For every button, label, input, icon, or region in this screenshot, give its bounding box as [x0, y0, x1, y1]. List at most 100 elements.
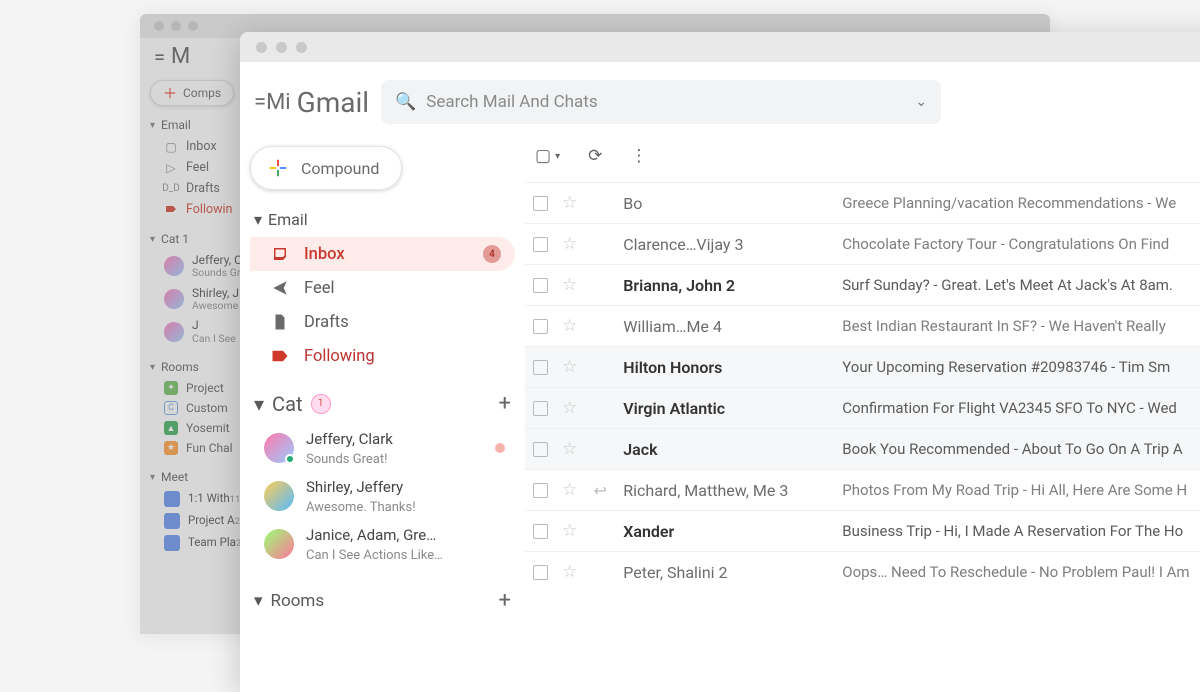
star-icon[interactable]: ☆ [562, 193, 577, 213]
add-chat-button[interactable]: + [499, 391, 511, 416]
message-row[interactable]: ☆Brianna, John 2Surf Sunday? - Great. Le… [525, 264, 1200, 305]
chat-item[interactable]: Janice, Adam, Gre… Can I See Actions Like… [250, 520, 515, 568]
row-checkbox[interactable] [533, 237, 548, 252]
message-subject: Surf Sunday? - Great. Let's Meet At Jack… [842, 276, 1200, 294]
rooms-section-header[interactable]: ▾ Rooms + [254, 588, 511, 613]
unread-dot [495, 443, 505, 453]
message-subject: Business Trip - Hi, I Made A Reservation… [842, 522, 1200, 540]
star-icon[interactable]: ☆ [562, 398, 577, 418]
search-icon: 🔍 [395, 92, 416, 112]
message-sender: Clarence…Vijay 3 [623, 235, 828, 254]
traffic-light-dot[interactable] [256, 42, 267, 53]
message-list: ▢▾ ⟳ ⋮ ☆BoGreece Planning/vacation Recom… [525, 142, 1200, 692]
room-icon: ✦ [164, 381, 178, 395]
message-sender: Jack [623, 440, 828, 459]
message-row[interactable]: ☆ Clarence…Vijay 3 Chocolate Factory Tour … [525, 223, 1200, 264]
logo-text: Gmail [297, 86, 369, 119]
gmail-logo: =Mi Gmail [254, 86, 369, 119]
star-icon[interactable]: ☆ [562, 275, 577, 295]
tag-icon [164, 203, 178, 217]
message-subject: Book You Recommended - About To Go On A … [842, 440, 1200, 458]
row-checkbox[interactable] [533, 278, 548, 293]
nav-label: Inbox [304, 245, 345, 264]
message-row[interactable]: ☆Hilton HonorsYour Upcoming Reservation … [525, 346, 1200, 387]
sent-icon: ▷ [164, 161, 178, 175]
search-input[interactable]: 🔍 Search Mail And Chats ⌄ [381, 80, 941, 124]
row-checkbox[interactable] [533, 196, 548, 211]
message-sender: Peter, Shalini 2 [623, 563, 828, 582]
message-row[interactable]: ☆ Peter, Shalini 2 Oops… Need To Reschedul… [525, 551, 1200, 592]
calendar-icon [164, 513, 180, 529]
compose-button[interactable]: Compound [250, 146, 402, 190]
message-subject: Photos From My Road Trip - Hi All, Here … [842, 481, 1200, 499]
row-checkbox[interactable] [533, 401, 548, 416]
message-row[interactable]: ☆↩Richard, Matthew, Me 3Photos From My R… [525, 469, 1200, 510]
traffic-light-dot [188, 21, 198, 31]
calendar-icon [164, 491, 180, 507]
chat-item[interactable]: Jeffery, ClarkSounds Great! [250, 424, 515, 472]
traffic-light-dot[interactable] [276, 42, 287, 53]
top-bar: =Mi Gmail 🔍 Search Mail And Chats ⌄ [240, 62, 1200, 142]
room-icon: ★ [164, 441, 178, 455]
message-row[interactable]: ☆XanderBusiness Trip - Hi, I Made A Rese… [525, 510, 1200, 551]
more-menu-button[interactable]: ⋮ [630, 146, 647, 166]
message-sender: Bo [623, 194, 828, 213]
row-checkbox[interactable] [533, 360, 548, 375]
message-subject: Confirmation For Flight VA2345 SFO To NY… [842, 399, 1200, 417]
chat-name: Jeffery, Clark [306, 430, 393, 448]
search-placeholder: Search Mail And Chats [426, 92, 597, 112]
inbox-icon: ▢ [164, 140, 178, 154]
star-icon[interactable]: ☆ [562, 521, 577, 541]
row-checkbox[interactable] [533, 319, 548, 334]
gmail-window: =Mi Gmail 🔍 Search Mail And Chats ⌄ Comp… [240, 32, 1200, 692]
nav-following[interactable]: Following [250, 339, 515, 373]
message-sender: William…Me 4 [623, 317, 828, 336]
tag-icon [270, 346, 290, 366]
nav-inbox[interactable]: Inbox 4 [250, 237, 515, 271]
star-icon[interactable]: ☆ [562, 234, 577, 254]
message-row[interactable]: ☆Virgin AtlanticConfirmation For Flight … [525, 387, 1200, 428]
row-checkbox[interactable] [533, 565, 548, 580]
message-row[interactable]: ☆William…Me 4Best Indian Restaurant In S… [525, 305, 1200, 346]
plus-icon [267, 157, 289, 179]
presence-indicator [285, 454, 295, 464]
chevron-down-icon: ▾ [254, 392, 264, 416]
avatar [164, 256, 184, 276]
star-icon[interactable]: ☆ [562, 316, 577, 336]
sidebar: Compound ▾ Email Inbox 4 Feel Drafts [240, 142, 525, 692]
nav-sent[interactable]: Feel [250, 271, 515, 305]
star-icon[interactable]: ☆ [562, 357, 577, 377]
row-checkbox[interactable] [533, 483, 548, 498]
refresh-button[interactable]: ⟳ [588, 146, 602, 166]
menu-icon[interactable]: =Mi [254, 90, 291, 115]
nav-label: Drafts [304, 313, 349, 332]
select-all-checkbox[interactable]: ▢▾ [535, 146, 560, 166]
row-checkbox[interactable] [533, 442, 548, 457]
traffic-light-dot[interactable] [296, 42, 307, 53]
message-row[interactable]: ☆ Jack Book You Recommended - About To Go … [525, 428, 1200, 469]
chevron-down-icon: ▾ [254, 591, 263, 611]
message-subject: Oops… Need To Reschedule - No Problem Pa… [842, 563, 1200, 581]
compose-label: Compound [301, 159, 379, 178]
chat-snippet: Awesome. Thanks! [306, 500, 416, 515]
back-compose-button: Comps [150, 80, 234, 106]
message-row[interactable]: ☆BoGreece Planning/vacation Recommendati… [525, 182, 1200, 223]
avatar [264, 481, 294, 511]
nav-label: Following [304, 347, 375, 366]
room-icon: C [164, 401, 178, 415]
email-section-header[interactable]: ▾ Email [254, 210, 515, 229]
avatar [264, 529, 294, 559]
unread-badge: 4 [483, 245, 501, 263]
message-subject: Chocolate Factory Tour - Congratulations… [842, 235, 1200, 253]
star-icon[interactable]: ☆ [562, 562, 577, 582]
chat-item[interactable]: Shirley, JefferyAwesome. Thanks! [250, 472, 515, 520]
chevron-down-icon[interactable]: ⌄ [915, 94, 927, 110]
star-icon[interactable]: ☆ [562, 439, 577, 459]
star-icon[interactable]: ☆ [562, 480, 577, 500]
add-room-button[interactable]: + [499, 588, 511, 613]
chat-section-header[interactable]: ▾ Cat 1 + [254, 391, 511, 416]
chat-snippet: Can I See Actions Like… [306, 548, 443, 563]
nav-drafts[interactable]: Drafts [250, 305, 515, 339]
row-checkbox[interactable] [533, 524, 548, 539]
chat-name: Janice, Adam, Gre… [306, 526, 436, 544]
